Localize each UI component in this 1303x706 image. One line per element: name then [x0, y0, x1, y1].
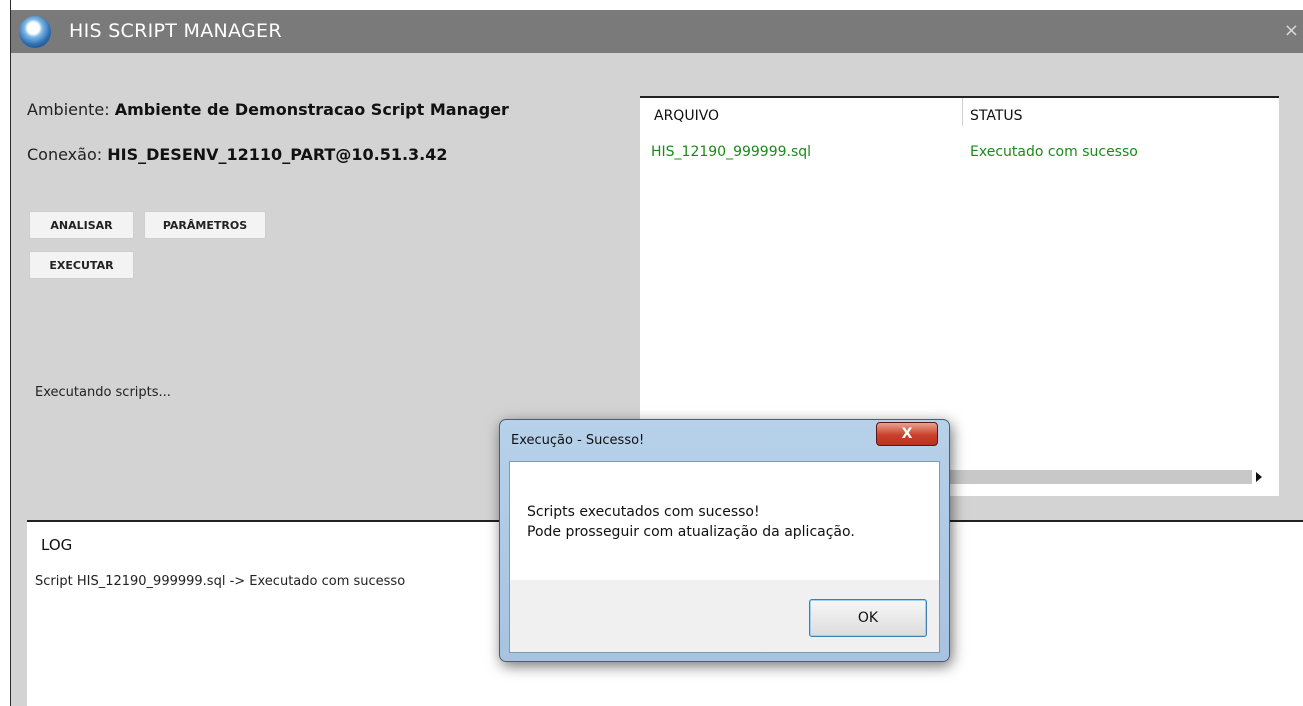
parametros-button[interactable]: PARÂMETROS [144, 211, 266, 239]
dialog-title: Execução - Sucesso! [511, 433, 645, 448]
conexao-label: Conexão: [27, 145, 103, 164]
window-close-icon[interactable]: × [1284, 20, 1299, 41]
column-header-arquivo[interactable]: ARQUIVO [654, 108, 719, 124]
title-bar: HIS SCRIPT MANAGER × [11, 10, 1303, 53]
ok-button[interactable]: OK [809, 599, 927, 637]
column-header-status[interactable]: STATUS [970, 108, 1023, 124]
log-title: LOG [41, 536, 73, 554]
scroll-right-arrow-icon[interactable] [1256, 472, 1262, 482]
column-divider [962, 98, 963, 126]
table-row-arquivo-cell[interactable]: HIS_12190_999999.sql [651, 144, 811, 160]
dialog-message-line-1: Scripts executados com sucesso! [527, 504, 760, 520]
execution-status-text: Executando scripts... [35, 385, 171, 400]
conexao-line: Conexão: HIS_DESENV_12110_PART@10.51.3.4… [27, 145, 448, 164]
conexao-value: HIS_DESENV_12110_PART@10.51.3.42 [107, 145, 448, 164]
dialog-close-icon[interactable]: X [876, 422, 938, 446]
desktop-left-edge [0, 0, 11, 706]
horizontal-scrollbar[interactable] [950, 470, 1252, 484]
dialog-body: Scripts executados com sucesso! Pode pro… [509, 461, 940, 653]
executar-button[interactable]: EXECUTAR [29, 251, 134, 279]
app-logo-icon [19, 16, 51, 48]
log-entry: Script HIS_12190_999999.sql -> Executado… [35, 574, 406, 589]
ambiente-value: Ambiente de Demonstracao Script Manager [114, 100, 509, 119]
dialog-message-line-2: Pode prosseguir com atualização da aplic… [527, 524, 855, 540]
window-title: HIS SCRIPT MANAGER [69, 20, 282, 42]
analisar-button[interactable]: ANALISAR [29, 211, 134, 239]
table-row-status-cell[interactable]: Executado com sucesso [970, 144, 1138, 160]
dialog-message-area: Scripts executados com sucesso! Pode pro… [510, 462, 939, 580]
ambiente-label: Ambiente: [27, 100, 110, 119]
success-dialog: Execução - Sucesso! X Scripts executados… [499, 419, 950, 662]
ambiente-line: Ambiente: Ambiente de Demonstracao Scrip… [27, 100, 509, 119]
